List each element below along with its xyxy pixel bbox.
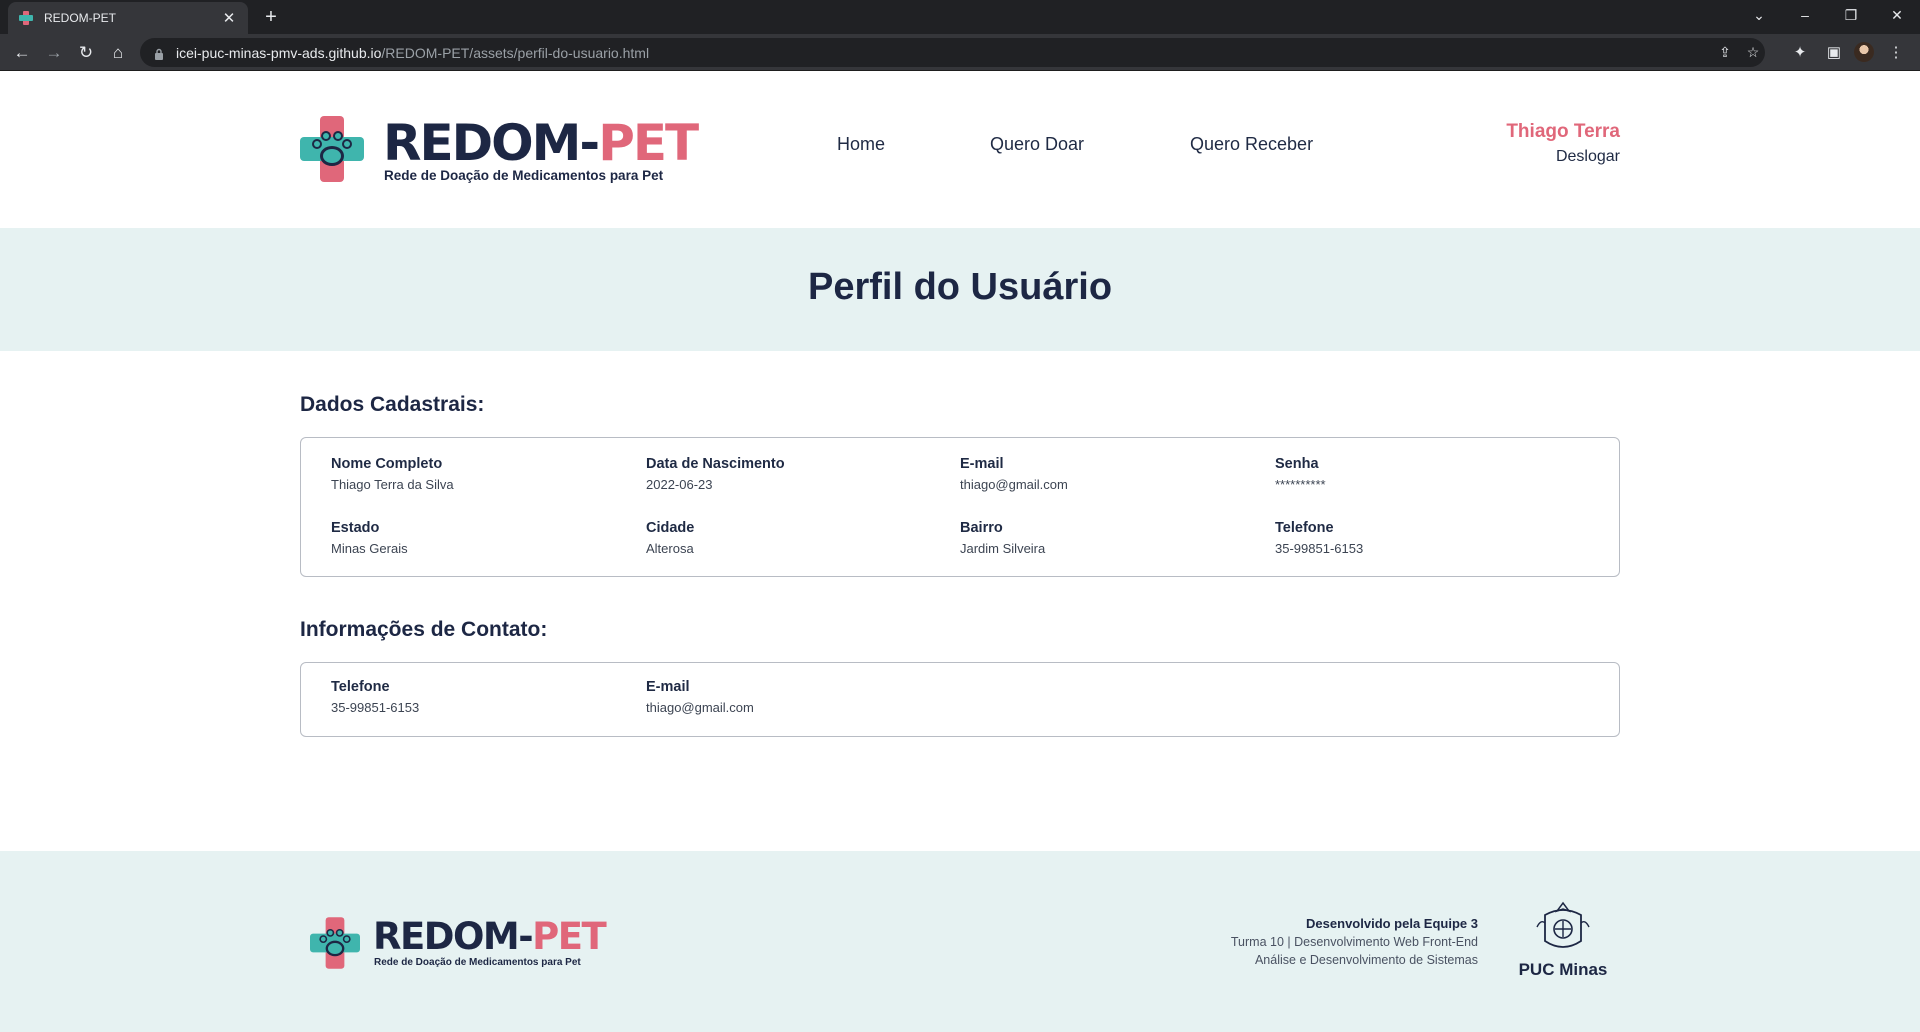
field-value: 35-99851-6153 bbox=[331, 700, 420, 715]
field-birth-date: Data de Nascimento 2022-06-23 bbox=[646, 456, 785, 492]
paw-cross-logo-icon bbox=[300, 116, 364, 182]
page-title: Perfil do Usuário bbox=[807, 266, 1113, 308]
url-host: icei-puc-minas-pmv-ads.github.io bbox=[176, 44, 382, 61]
field-full-name: Nome Completo Thiago Terra da Silva bbox=[331, 456, 454, 492]
registration-card: Nome Completo Thiago Terra da Silva Data… bbox=[300, 437, 1620, 577]
registration-section-title: Dados Cadastrais: bbox=[300, 393, 485, 416]
field-label: Senha bbox=[1275, 456, 1319, 472]
field-neighborhood: Bairro Jardim Silveira bbox=[960, 520, 1045, 556]
contact-field-email: E-mail thiago@gmail.com bbox=[646, 679, 754, 715]
field-value: 2022-06-23 bbox=[646, 477, 713, 492]
home-icon[interactable]: ⌂ bbox=[104, 39, 132, 67]
back-icon[interactable]: ← bbox=[8, 39, 36, 67]
favicon-icon bbox=[18, 10, 34, 26]
field-value: Thiago Terra da Silva bbox=[331, 477, 454, 492]
url-path: /REDOM-PET/assets/perfil-do-usuario.html bbox=[381, 44, 650, 61]
paw-cross-logo-icon bbox=[310, 917, 360, 969]
field-phone: Telefone 35-99851-6153 bbox=[1275, 520, 1363, 556]
logo-wordmark: REDOM-PET bbox=[383, 114, 699, 172]
puc-crest-icon bbox=[1536, 901, 1590, 948]
page: REDOM-PET Rede de Doação de Medicamentos… bbox=[0, 71, 1920, 1032]
field-value: ********** bbox=[1275, 477, 1326, 492]
url-text: icei-puc-minas-pmv-ads.github.io/REDOM-P… bbox=[176, 45, 649, 61]
field-email: E-mail thiago@gmail.com bbox=[960, 456, 1068, 492]
field-city: Cidade Alterosa bbox=[646, 520, 694, 556]
share-icon[interactable]: ⇪ bbox=[1713, 38, 1737, 67]
contact-card: Telefone 35-99851-6153 E-mail thiago@gma… bbox=[300, 662, 1620, 737]
nav-quero-doar[interactable]: Quero Doar bbox=[990, 134, 1084, 155]
footer-logo-subtitle: Rede de Doação de Medicamentos para Pet bbox=[374, 957, 581, 968]
site-footer: REDOM-PET Rede de Doação de Medicamentos… bbox=[0, 851, 1920, 1032]
user-name: Thiago Terra bbox=[1506, 121, 1620, 142]
field-value: Minas Gerais bbox=[331, 541, 408, 556]
logo-redom: REDOM- bbox=[383, 114, 600, 172]
tab-title: REDOM-PET bbox=[44, 11, 116, 25]
field-state: Estado Minas Gerais bbox=[331, 520, 408, 556]
field-label: Estado bbox=[331, 520, 380, 536]
nav-home[interactable]: Home bbox=[837, 134, 885, 155]
field-password: Senha ********** bbox=[1275, 456, 1326, 492]
footer-credits: Desenvolvido pela Equipe 3 Turma 10 | De… bbox=[1231, 916, 1478, 967]
contact-section-title: Informações de Contato: bbox=[300, 618, 548, 641]
browser-toolbar: ← → ↻ ⌂ icei-puc-minas-pmv-ads.github.io… bbox=[0, 34, 1920, 71]
menu-kebab-icon[interactable]: ⋮ bbox=[1882, 39, 1910, 67]
restore-icon[interactable]: ❐ bbox=[1828, 0, 1874, 30]
side-panel-icon[interactable]: ▣ bbox=[1820, 39, 1848, 67]
site-logo[interactable]: REDOM-PET Rede de Doação de Medicamentos… bbox=[300, 116, 699, 186]
field-label: Data de Nascimento bbox=[646, 456, 785, 472]
reload-icon[interactable]: ↻ bbox=[72, 39, 100, 67]
credit-class: Turma 10 | Desenvolvimento Web Front-End bbox=[1230, 935, 1478, 949]
minimize-icon[interactable]: – bbox=[1782, 0, 1828, 30]
field-value: thiago@gmail.com bbox=[960, 477, 1068, 492]
field-value: Jardim Silveira bbox=[960, 541, 1046, 556]
extensions-icon[interactable]: ✦ bbox=[1786, 39, 1814, 67]
site-header: REDOM-PET Rede de Doação de Medicamentos… bbox=[0, 71, 1920, 228]
field-value: Alterosa bbox=[646, 541, 694, 556]
logo-subtitle: Rede de Doação de Medicamentos para Pet bbox=[384, 168, 664, 183]
browser-tab-bar: REDOM-PET ✕ + ⌄ – ❐ ✕ bbox=[0, 0, 1920, 34]
field-label: Cidade bbox=[646, 520, 695, 536]
footer-logo[interactable]: REDOM-PET Rede de Doação de Medicamentos… bbox=[310, 917, 607, 973]
logout-link[interactable]: Deslogar bbox=[1556, 148, 1620, 166]
address-bar[interactable]: icei-puc-minas-pmv-ads.github.io/REDOM-P… bbox=[140, 38, 1765, 67]
forward-icon[interactable]: → bbox=[40, 39, 68, 67]
field-value: 35-99851-6153 bbox=[1275, 541, 1364, 556]
page-banner: Perfil do Usuário bbox=[0, 228, 1920, 351]
field-value: thiago@gmail.com bbox=[646, 700, 754, 715]
puc-label: PUC Minas bbox=[1518, 960, 1608, 979]
lock-icon bbox=[154, 47, 164, 60]
nav-quero-receber[interactable]: Quero Receber bbox=[1190, 134, 1313, 155]
credit-course: Análise e Desenvolvimento de Sistemas bbox=[1254, 953, 1478, 967]
new-tab-icon[interactable]: + bbox=[258, 4, 284, 30]
tab-close-icon[interactable]: ✕ bbox=[220, 9, 238, 27]
footer-logo-redom: REDOM- bbox=[373, 915, 534, 958]
window-close-icon[interactable]: ✕ bbox=[1874, 0, 1920, 30]
field-label: Bairro bbox=[960, 520, 1003, 536]
tab-search-icon[interactable]: ⌄ bbox=[1736, 0, 1782, 30]
contact-field-phone: Telefone 35-99851-6153 bbox=[331, 679, 419, 715]
footer-logo-pet: PET bbox=[532, 915, 607, 958]
footer-logo-wordmark: REDOM-PET bbox=[373, 915, 607, 958]
field-label: E-mail bbox=[646, 679, 690, 695]
field-label: Telefone bbox=[331, 679, 390, 695]
puc-minas-logo: PUC Minas bbox=[1518, 901, 1608, 981]
field-label: E-mail bbox=[960, 456, 1004, 472]
field-label: Nome Completo bbox=[331, 456, 443, 472]
credit-team: Desenvolvido pela Equipe 3 bbox=[1306, 916, 1478, 931]
profile-avatar[interactable] bbox=[1854, 42, 1874, 62]
logo-pet: PET bbox=[598, 114, 699, 172]
field-label: Telefone bbox=[1275, 520, 1334, 536]
browser-tab[interactable]: REDOM-PET ✕ bbox=[8, 2, 248, 34]
bookmark-star-icon[interactable]: ☆ bbox=[1741, 38, 1765, 67]
